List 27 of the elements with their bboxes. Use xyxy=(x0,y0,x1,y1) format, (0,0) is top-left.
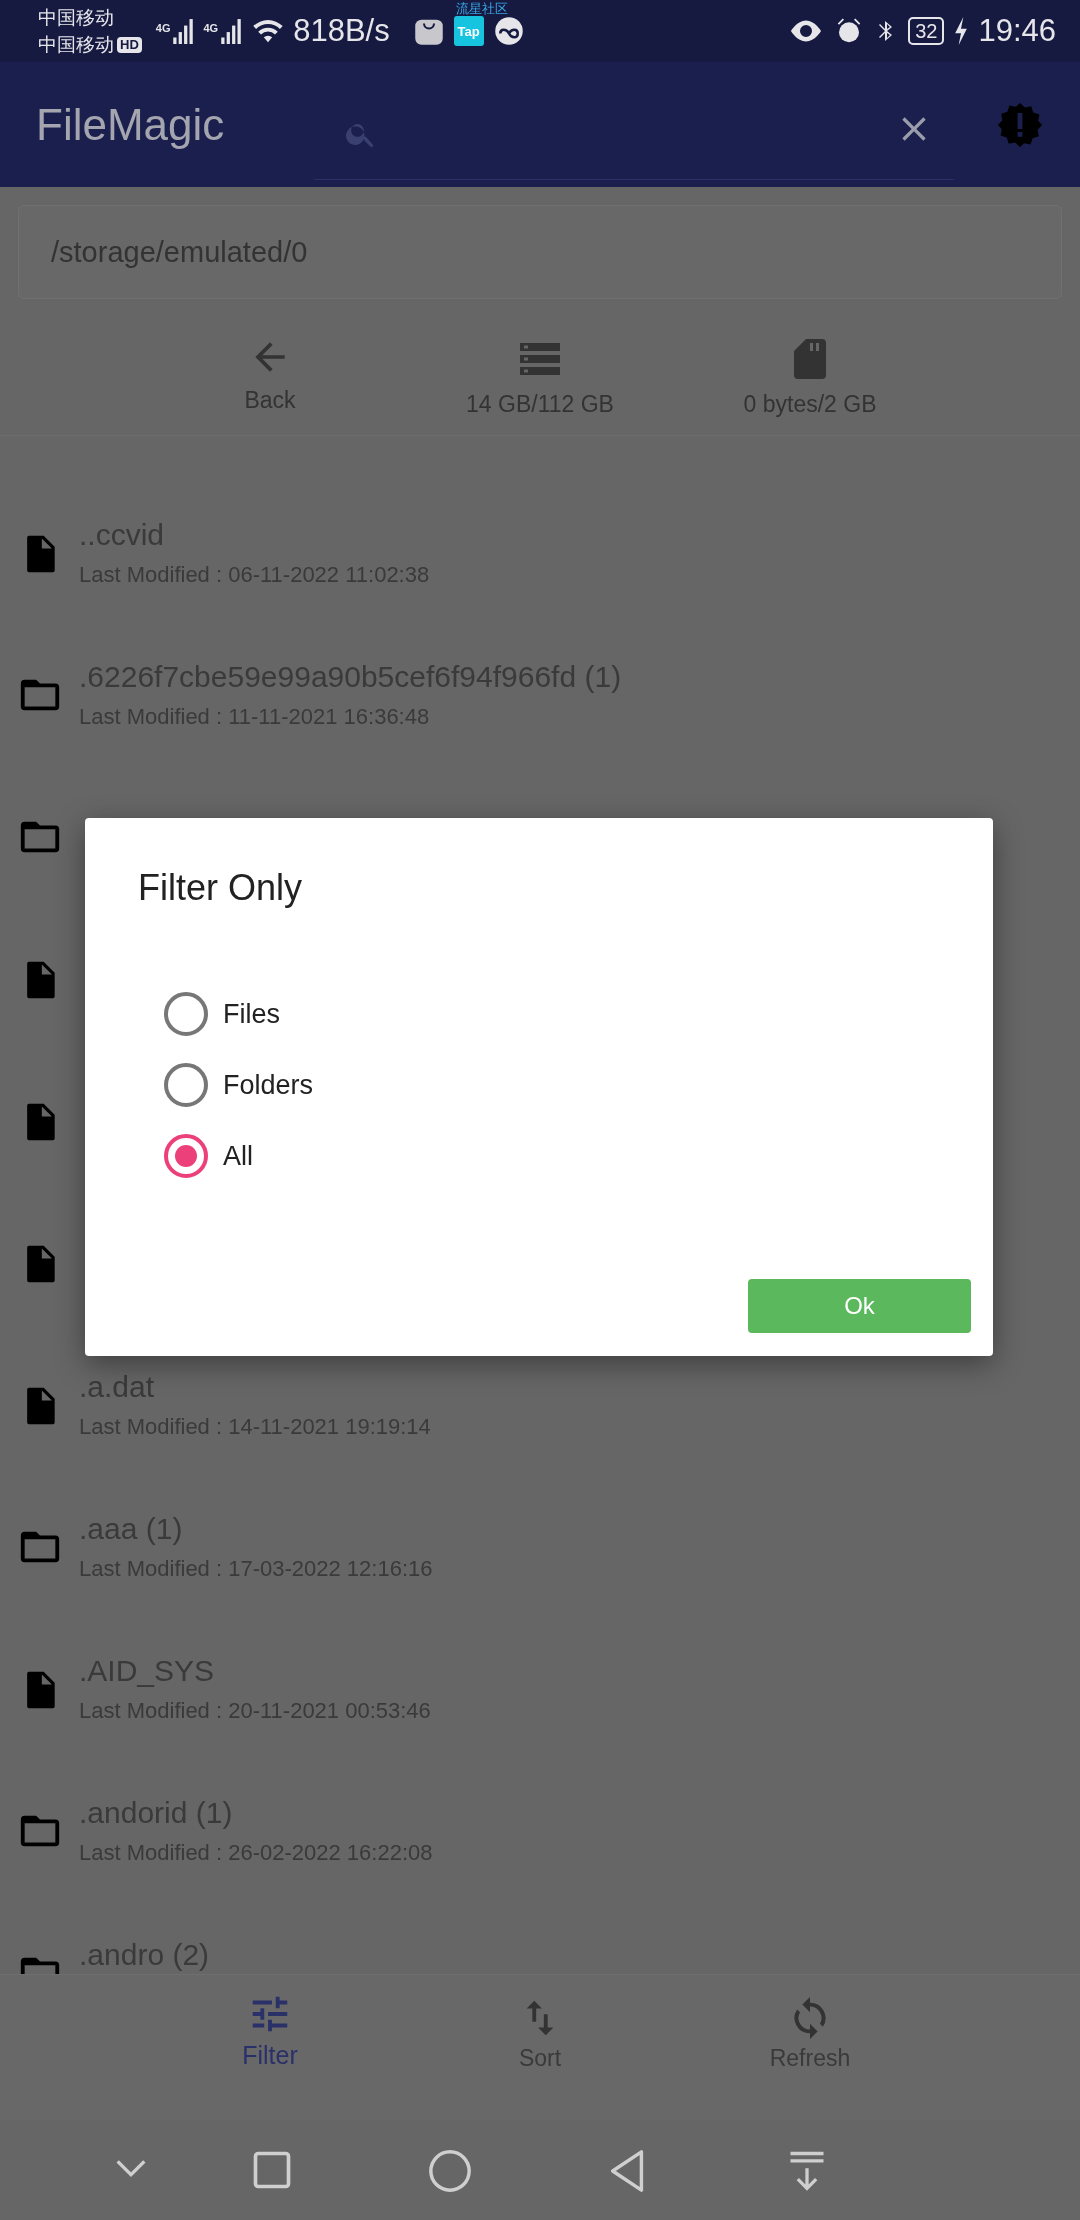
carrier-text: 中国移动 xyxy=(38,33,114,57)
radio-label[interactable]: Files xyxy=(223,998,280,1030)
alert-badge-icon xyxy=(996,100,1044,149)
dialog-title: Filter Only xyxy=(138,866,304,910)
network-speed: 818B/s xyxy=(293,13,390,49)
radio-label[interactable]: All xyxy=(223,1140,253,1172)
app-title: FileMagic xyxy=(36,99,226,150)
infinity-circle-icon xyxy=(493,16,524,46)
radio-button[interactable] xyxy=(164,1063,208,1107)
network-label: 4G xyxy=(155,22,171,34)
app-badge: Tap xyxy=(453,16,484,46)
notification-label: 流星社区 xyxy=(455,1,508,16)
circle-icon xyxy=(427,2148,473,2194)
ok-button[interactable]: Ok xyxy=(748,1279,971,1333)
battery-level: 32 xyxy=(908,17,945,45)
clock-time: 19:46 xyxy=(978,13,1056,49)
radio-button[interactable] xyxy=(164,1134,208,1178)
nav-tab[interactable]: Filter xyxy=(135,1975,405,2120)
home-button[interactable] xyxy=(427,2148,473,2194)
carrier-text: 中国移动 xyxy=(38,6,115,30)
signal-icon xyxy=(171,18,196,44)
charging-bolt-icon xyxy=(954,17,969,45)
signal-icon xyxy=(219,18,244,44)
hd-badge: HD xyxy=(117,36,142,53)
network-label: 4G xyxy=(203,22,219,34)
radio-button[interactable] xyxy=(164,992,208,1036)
radio-label[interactable]: Folders xyxy=(223,1069,314,1101)
